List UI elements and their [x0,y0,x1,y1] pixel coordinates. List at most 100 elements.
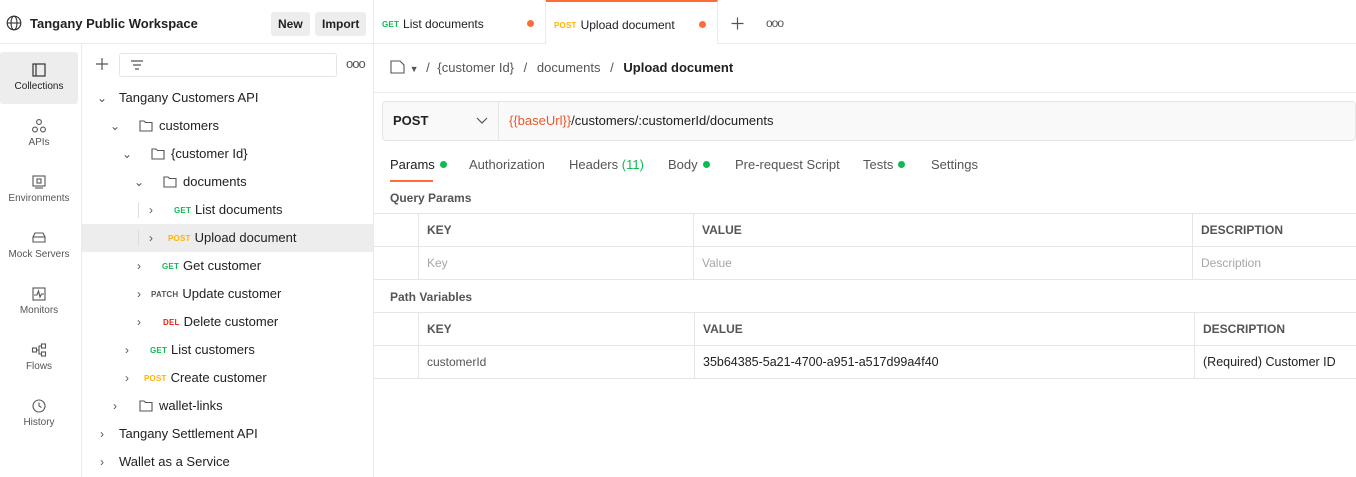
path-variables-table: KEY VALUE DESCRIPTION customerId 35b6438… [374,312,1356,379]
tree-label: customers [159,118,219,133]
value-input[interactable]: 35b64385-5a21-4700-a951-a517d99a4f40 [694,346,1195,378]
value-input[interactable]: Value [693,247,1193,279]
tree-collection[interactable]: › Wallet as a Service [82,448,373,476]
tree-collection[interactable]: ⌄ Tangany Customers API [82,84,373,112]
table-header-row: KEY VALUE DESCRIPTION [374,313,1356,346]
rail-mock-servers[interactable]: Mock Servers [0,220,78,272]
active-tab-indicator [390,180,433,182]
tree-request[interactable]: › DEL Delete customer [82,308,373,336]
tab-label: Headers [569,157,619,172]
tab-label: List documents [403,17,484,31]
plus-icon[interactable] [731,17,744,30]
tree-folder[interactable]: ⌄ {customer Id} [82,140,373,168]
status-dot-icon [702,161,710,168]
globe-icon [6,15,22,31]
filter-input[interactable] [119,53,337,77]
description-input[interactable]: (Required) Customer ID [1194,346,1356,378]
tab-params[interactable]: Params [390,157,447,172]
key-input[interactable]: customerId [418,346,695,378]
tab-list-documents[interactable]: GET List documents [374,0,546,44]
chevron-right-icon: › [100,427,104,441]
tree-folder[interactable]: ⌄ documents [82,168,373,196]
tab-label: Body [668,157,698,172]
method-select[interactable]: POST [383,102,499,140]
request-tabs-bar: GET List documents POST Upload document oo… [374,0,1356,44]
tab-label: Tests [863,157,894,172]
tree-request[interactable]: › GET List documents [82,196,373,224]
rail-collections[interactable]: Collections [0,52,78,104]
tab-label: Params [390,157,435,172]
column-header: VALUE [693,214,1193,246]
key-input[interactable]: Key [418,247,694,279]
rail-label: Monitors [19,305,59,316]
rail-label: Flows [25,361,53,372]
tab-headers[interactable]: Headers (11) [569,157,644,172]
method-badge: POST [168,234,191,243]
method-badge: DEL [163,318,180,327]
column-header: DESCRIPTION [1192,214,1356,246]
tree-request[interactable]: › PATCH Update customer [82,280,373,308]
table-header-row: KEY VALUE DESCRIPTION [374,214,1356,247]
rail-history[interactable]: History [0,388,78,440]
tree-folder[interactable]: ⌄ customers [82,112,373,140]
method-badge: GET [150,346,168,355]
tree-label: Wallet as a Service [119,454,230,469]
tab-body[interactable]: Body [668,157,710,172]
monitors-icon [32,287,46,301]
tree-request[interactable]: › POST Create customer [82,364,373,392]
tree-label: Tangany Customers API [119,90,259,105]
flows-icon [31,343,47,357]
tree-collection[interactable]: › Tangany Settlement API [82,420,373,448]
chevron-right-icon: › [100,455,104,469]
rail-environments[interactable]: Environments [0,164,78,216]
query-params-table: KEY VALUE DESCRIPTION Key Value Descript… [374,213,1356,280]
more-icon[interactable]: ooo [766,16,784,30]
method-badge: GET [174,206,192,215]
chevron-right-icon: › [149,203,153,217]
import-button[interactable]: Import [315,12,367,36]
chevron-right-icon: › [125,371,129,385]
history-icon [32,399,46,413]
plus-icon[interactable] [95,57,109,71]
tree-label: Tangany Settlement API [119,426,258,441]
tab-upload-document[interactable]: POST Upload document [546,0,718,44]
tab-settings[interactable]: Settings [931,157,978,172]
rail-label: Mock Servers [8,249,70,260]
rail-monitors[interactable]: Monitors [0,276,78,328]
rail-apis[interactable]: APIs [0,108,78,160]
method-badge: POST [554,21,577,30]
chevron-right-icon: › [137,287,141,301]
breadcrumb: ▼ / {customer Id} / documents / Upload d… [390,60,733,75]
url-bar: POST {{baseUrl}}/customers/:customerId/d… [382,101,1356,141]
tree-request-selected[interactable]: › POST Upload document [82,224,373,252]
workspace-title[interactable]: Tangany Public Workspace [30,16,198,31]
method-badge: PATCH [151,290,179,299]
rail-label: Environments [8,193,70,204]
folder-icon [151,148,165,160]
chevron-down-icon: ⌄ [96,91,108,105]
rail-label: Collections [14,81,64,92]
tree-folder[interactable]: › wallet-links [82,392,373,420]
filter-icon [131,60,143,70]
table-row: customerId 35b64385-5a21-4700-a951-a517d… [374,346,1356,379]
breadcrumb-current[interactable]: Upload document [623,60,733,75]
rail-flows[interactable]: Flows [0,332,78,384]
unsaved-dot-icon [527,20,534,27]
collections-sidebar: ooo ⌄ Tangany Customers API ⌄ customers … [82,44,374,477]
caret-down-icon[interactable]: ▼ [410,64,419,74]
tree-label: List customers [171,342,255,357]
breadcrumb-item[interactable]: {customer Id} [437,60,514,75]
new-button[interactable]: New [271,12,310,36]
unsaved-dot-icon [699,21,706,28]
tab-authorization[interactable]: Authorization [469,157,545,172]
tab-tests[interactable]: Tests [863,157,906,172]
method-value: POST [393,113,429,128]
tab-prerequest[interactable]: Pre-request Script [735,157,840,172]
description-input[interactable]: Description [1192,247,1356,279]
breadcrumb-item[interactable]: documents [537,60,601,75]
tree-request[interactable]: › GET Get customer [82,252,373,280]
tree-request[interactable]: › GET List customers [82,336,373,364]
tree-label: Get customer [183,258,262,273]
url-input[interactable]: {{baseUrl}}/customers/:customerId/docume… [509,102,773,140]
more-icon[interactable]: ooo [346,56,366,71]
